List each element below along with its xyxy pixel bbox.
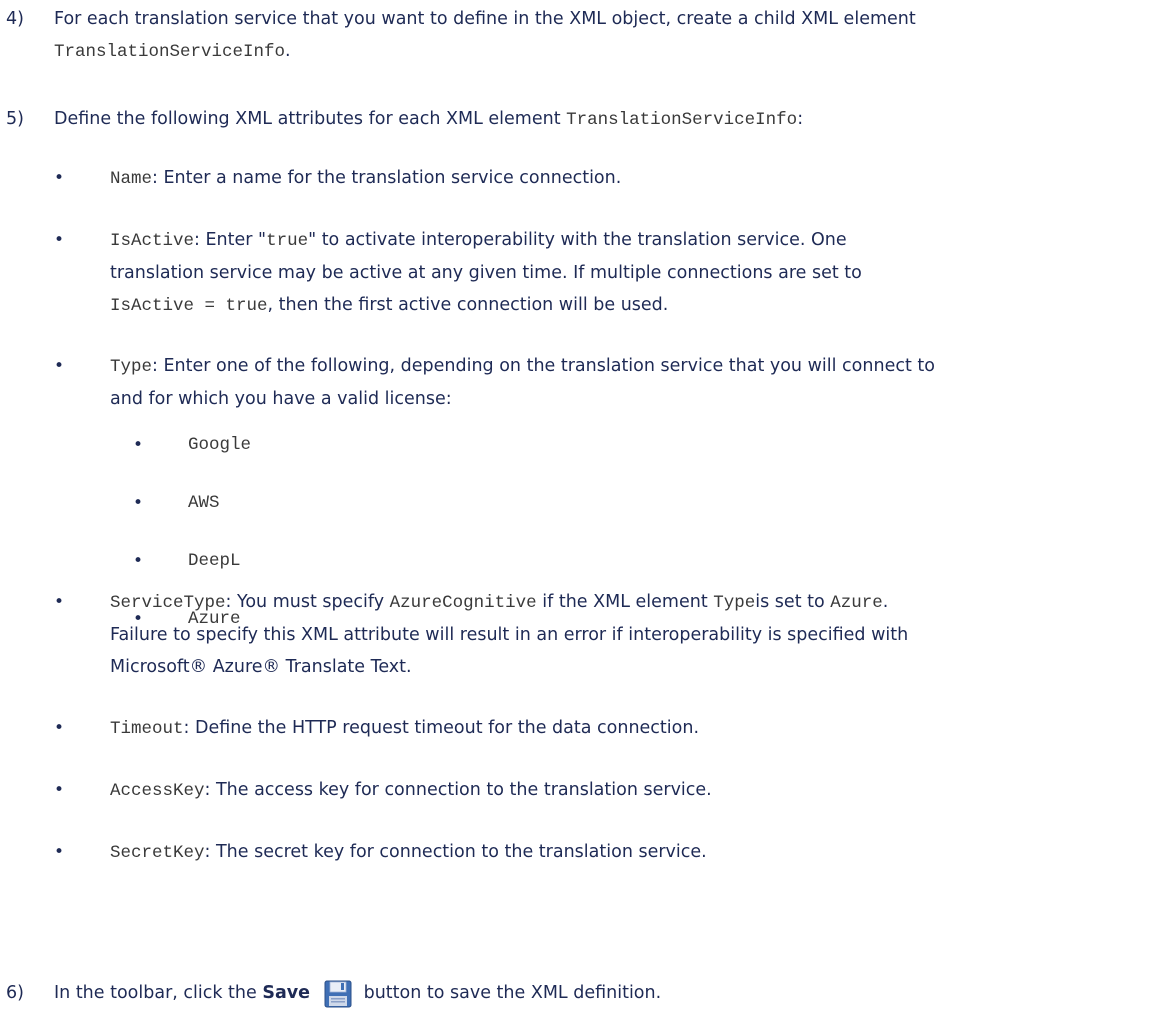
attribute-desc: translation service may be active at any… bbox=[110, 263, 862, 283]
step-4-text: For each translation service that you wa… bbox=[54, 3, 1154, 68]
step-number: 4) bbox=[6, 9, 24, 29]
step-4-text-b: . bbox=[285, 41, 291, 61]
bullet: • bbox=[133, 493, 144, 513]
step-number: 6) bbox=[6, 983, 24, 1003]
bullet: • bbox=[133, 609, 144, 629]
bullet: • bbox=[54, 592, 65, 612]
bullet: • bbox=[54, 780, 65, 800]
step-5-text-a: Define the following XML attributes for … bbox=[54, 109, 567, 129]
attribute-code: true bbox=[266, 231, 309, 251]
attribute-code: IsActive = true bbox=[110, 296, 268, 316]
attribute-code: Type bbox=[110, 357, 153, 377]
attribute-desc: : Enter one of the following, depending … bbox=[152, 356, 935, 376]
step-6-text: In the toolbar, click the Save button to… bbox=[54, 977, 1154, 1009]
attribute-code: Type bbox=[713, 593, 756, 613]
attribute-desc: Microsoft® Azure® Translate Text. bbox=[110, 657, 412, 677]
attribute-description: Timeout: Define the HTTP request timeout… bbox=[110, 712, 1160, 745]
bullet: • bbox=[54, 230, 65, 250]
type-option: DeepL bbox=[188, 551, 241, 571]
step-4-text-a: For each translation service that you wa… bbox=[54, 9, 916, 29]
bullet: • bbox=[54, 168, 65, 188]
attribute-desc: is set to bbox=[755, 592, 831, 612]
attribute-description: AccessKey: The access key for connection… bbox=[110, 774, 1160, 807]
attribute-code: IsActive bbox=[110, 231, 195, 251]
step-5-text: Define the following XML attributes for … bbox=[54, 103, 1154, 136]
attribute-desc: " to activate interoperability with the … bbox=[308, 230, 847, 250]
bullet: • bbox=[54, 356, 65, 376]
attribute-desc: . bbox=[882, 592, 889, 612]
save-label: Save bbox=[262, 983, 311, 1003]
step-5-text-b: : bbox=[797, 109, 804, 129]
attribute-desc: : Enter a name for the translation servi… bbox=[152, 168, 622, 188]
attribute-desc: : The access key for connection to the t… bbox=[204, 780, 712, 800]
step-number: 5) bbox=[6, 109, 24, 129]
attribute-desc: if the XML element bbox=[536, 592, 714, 612]
step-6-text-a: In the toolbar, click the bbox=[54, 983, 263, 1003]
floppy-disk-save-icon bbox=[324, 980, 352, 1008]
attribute-description: Type: Enter one of the following, depend… bbox=[110, 350, 1160, 415]
attribute-code: AccessKey bbox=[110, 781, 205, 801]
bullet: • bbox=[54, 718, 65, 738]
bullet: • bbox=[54, 842, 65, 862]
type-option: Google bbox=[188, 435, 252, 455]
attribute-code: Azure bbox=[830, 593, 883, 613]
attribute-desc: : You must specify bbox=[225, 592, 390, 612]
attribute-code: SecretKey bbox=[110, 843, 205, 863]
step-5-code: TranslationServiceInfo bbox=[566, 110, 798, 130]
step-6-text-b: button to save the XML definition. bbox=[358, 983, 662, 1003]
attribute-desc: : Enter " bbox=[194, 230, 267, 250]
type-option: Azure bbox=[188, 609, 241, 629]
attribute-desc: : The secret key for connection to the t… bbox=[204, 842, 707, 862]
attribute-description: SecretKey: The secret key for connection… bbox=[110, 836, 1160, 869]
attribute-code: AzureCognitive bbox=[389, 593, 537, 613]
attribute-description: IsActive: Enter "true" to activate inter… bbox=[110, 224, 1160, 322]
attribute-code: Name bbox=[110, 169, 153, 189]
attribute-desc: , then the first active connection will … bbox=[267, 295, 669, 315]
bullet: • bbox=[133, 435, 144, 455]
attribute-description: Name: Enter a name for the translation s… bbox=[110, 162, 1160, 195]
attribute-description: ServiceType: You must specify AzureCogni… bbox=[110, 586, 1160, 683]
step-4-code: TranslationServiceInfo bbox=[54, 42, 286, 62]
attribute-code: Timeout bbox=[110, 719, 184, 739]
attribute-desc: : Define the HTTP request timeout for th… bbox=[183, 718, 700, 738]
bullet: • bbox=[133, 551, 144, 571]
type-option: AWS bbox=[188, 493, 220, 513]
attribute-desc: and for which you have a valid license: bbox=[110, 389, 452, 409]
